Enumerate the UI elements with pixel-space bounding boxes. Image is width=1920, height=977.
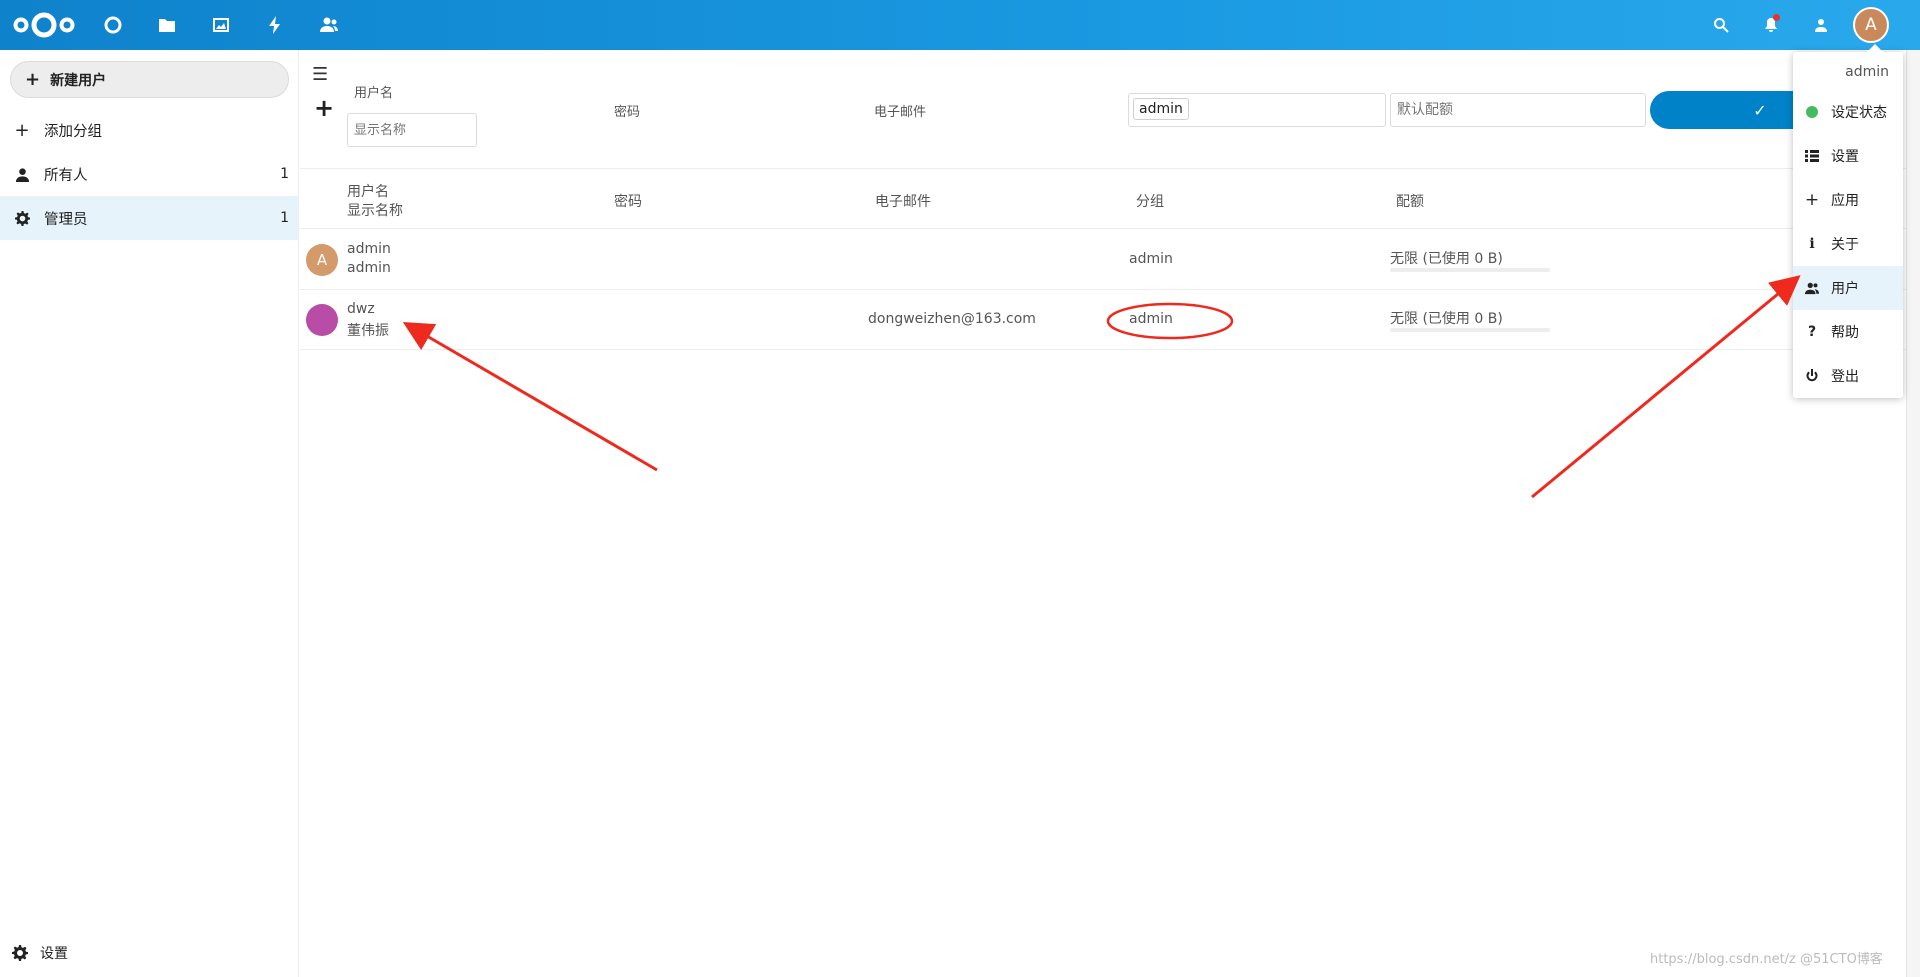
plus-icon: + bbox=[1804, 190, 1820, 210]
new-username-label: 用户名 bbox=[354, 86, 394, 101]
row-email: dongweizhen@163.com bbox=[868, 311, 1036, 327]
hamburger-menu-icon[interactable]: ☰ bbox=[312, 64, 328, 85]
menu-item-apps[interactable]: + 应用 bbox=[1793, 178, 1903, 222]
add-group-label: 添加分组 bbox=[44, 123, 102, 140]
plus-icon: + bbox=[25, 69, 41, 90]
menu-username: admin bbox=[1845, 64, 1889, 80]
help-icon: ? bbox=[1807, 324, 1817, 340]
quota-bar bbox=[1390, 268, 1550, 272]
menu-item-label: 登出 bbox=[1831, 369, 1859, 385]
menu-item-label: 设定状态 bbox=[1831, 105, 1887, 121]
watermark: https://blog.csdn.net/z @51CTO博客 bbox=[1650, 952, 1883, 967]
row-group[interactable]: admin bbox=[1129, 251, 1173, 267]
add-group-item[interactable]: + 添加分组 bbox=[0, 108, 299, 152]
column-display-name: 显示名称 bbox=[347, 203, 403, 219]
power-icon bbox=[1805, 369, 1819, 383]
menu-item-help[interactable]: ? 帮助 bbox=[1793, 310, 1903, 354]
admins-count: 1 bbox=[280, 210, 289, 226]
column-password: 密码 bbox=[614, 194, 642, 210]
nextcloud-logo-icon[interactable] bbox=[12, 10, 76, 40]
app-navigation: + 新建用户 + 添加分组 所有人 1 管理员 1 设置 bbox=[0, 50, 299, 977]
divider bbox=[300, 228, 1920, 229]
user-avatar[interactable]: A bbox=[1853, 7, 1889, 43]
gear-icon bbox=[12, 945, 28, 961]
top-header: A bbox=[0, 0, 1920, 50]
group-tag: admin bbox=[1133, 98, 1189, 120]
files-icon[interactable] bbox=[154, 12, 180, 38]
nav-item-everyone[interactable]: 所有人 1 bbox=[0, 152, 299, 196]
notification-badge bbox=[1773, 14, 1780, 21]
row-quota[interactable]: 无限 (已使用 0 B) bbox=[1390, 308, 1503, 328]
users-icon bbox=[1805, 281, 1819, 295]
contacts-menu-icon[interactable] bbox=[1810, 14, 1832, 36]
activity-icon[interactable] bbox=[262, 12, 288, 38]
search-icon[interactable] bbox=[1710, 14, 1732, 36]
menu-item-about[interactable]: i 关于 bbox=[1793, 222, 1903, 266]
check-icon: ✓ bbox=[1753, 100, 1767, 120]
divider bbox=[300, 289, 1920, 290]
admins-label: 管理员 bbox=[44, 211, 88, 228]
column-email: 电子邮件 bbox=[875, 194, 931, 210]
plus-icon: + bbox=[14, 119, 30, 141]
row-username: admin bbox=[347, 241, 391, 257]
column-quota: 配额 bbox=[1396, 194, 1424, 210]
dashboard-icon[interactable] bbox=[100, 12, 126, 38]
row-quota[interactable]: 无限 (已使用 0 B) bbox=[1390, 248, 1503, 268]
column-username: 用户名 bbox=[347, 184, 389, 200]
menu-item-label: 用户 bbox=[1831, 281, 1859, 297]
status-dot-icon bbox=[1805, 105, 1819, 119]
new-user-button[interactable]: + 新建用户 bbox=[10, 61, 289, 98]
everyone-label: 所有人 bbox=[44, 167, 88, 184]
photos-icon[interactable] bbox=[208, 12, 234, 38]
menu-item-label: 关于 bbox=[1831, 237, 1859, 253]
row-group[interactable]: admin bbox=[1129, 311, 1173, 327]
row-display-name: admin bbox=[347, 260, 391, 276]
menu-item-label: 应用 bbox=[1831, 193, 1859, 209]
row-display-name: 董伟振 bbox=[347, 323, 389, 339]
quota-bar bbox=[1390, 328, 1550, 332]
divider bbox=[300, 349, 1920, 350]
new-password-label: 密码 bbox=[614, 105, 641, 120]
info-icon: i bbox=[1809, 236, 1815, 252]
menu-item-label: 设置 bbox=[1831, 149, 1859, 165]
menu-item-label: 帮助 bbox=[1831, 325, 1859, 341]
gear-icon bbox=[14, 210, 30, 226]
column-group: 分组 bbox=[1136, 194, 1164, 210]
settings-list-icon bbox=[1805, 149, 1819, 163]
user-menu-dropdown: admin 设定状态 设置 + 应用 i 关于 用户 ? 帮助 登出 bbox=[1793, 44, 1903, 398]
add-user-plus-icon: + bbox=[314, 94, 335, 122]
nav-settings-label: 设置 bbox=[40, 946, 68, 962]
new-quota-select[interactable] bbox=[1390, 93, 1646, 127]
new-group-select[interactable]: admin bbox=[1128, 93, 1386, 127]
avatar: A bbox=[306, 244, 338, 276]
user-list-panel: ☰ + 用户名 密码 电子邮件 admin ✓ 用户名 显示名称 密码 电子邮件… bbox=[300, 50, 1920, 977]
row-username: dwz bbox=[347, 301, 375, 317]
divider bbox=[300, 168, 1920, 169]
menu-item-settings[interactable]: 设置 bbox=[1793, 134, 1903, 178]
scrollbar[interactable] bbox=[1906, 50, 1920, 977]
avatar bbox=[306, 304, 338, 336]
menu-item-logout[interactable]: 登出 bbox=[1793, 354, 1903, 398]
notifications-icon[interactable] bbox=[1760, 14, 1782, 36]
user-icon bbox=[14, 166, 30, 182]
nav-settings-button[interactable]: 设置 bbox=[12, 943, 68, 963]
new-user-label: 新建用户 bbox=[50, 72, 107, 89]
menu-item-users[interactable]: 用户 bbox=[1793, 266, 1903, 310]
everyone-count: 1 bbox=[280, 166, 289, 182]
contacts-icon[interactable] bbox=[316, 12, 342, 38]
nav-item-admins[interactable]: 管理员 1 bbox=[0, 196, 299, 240]
menu-item-set-status[interactable]: 设定状态 bbox=[1793, 90, 1903, 134]
new-email-label: 电子邮件 bbox=[874, 105, 927, 120]
new-display-name-input[interactable] bbox=[347, 113, 477, 147]
